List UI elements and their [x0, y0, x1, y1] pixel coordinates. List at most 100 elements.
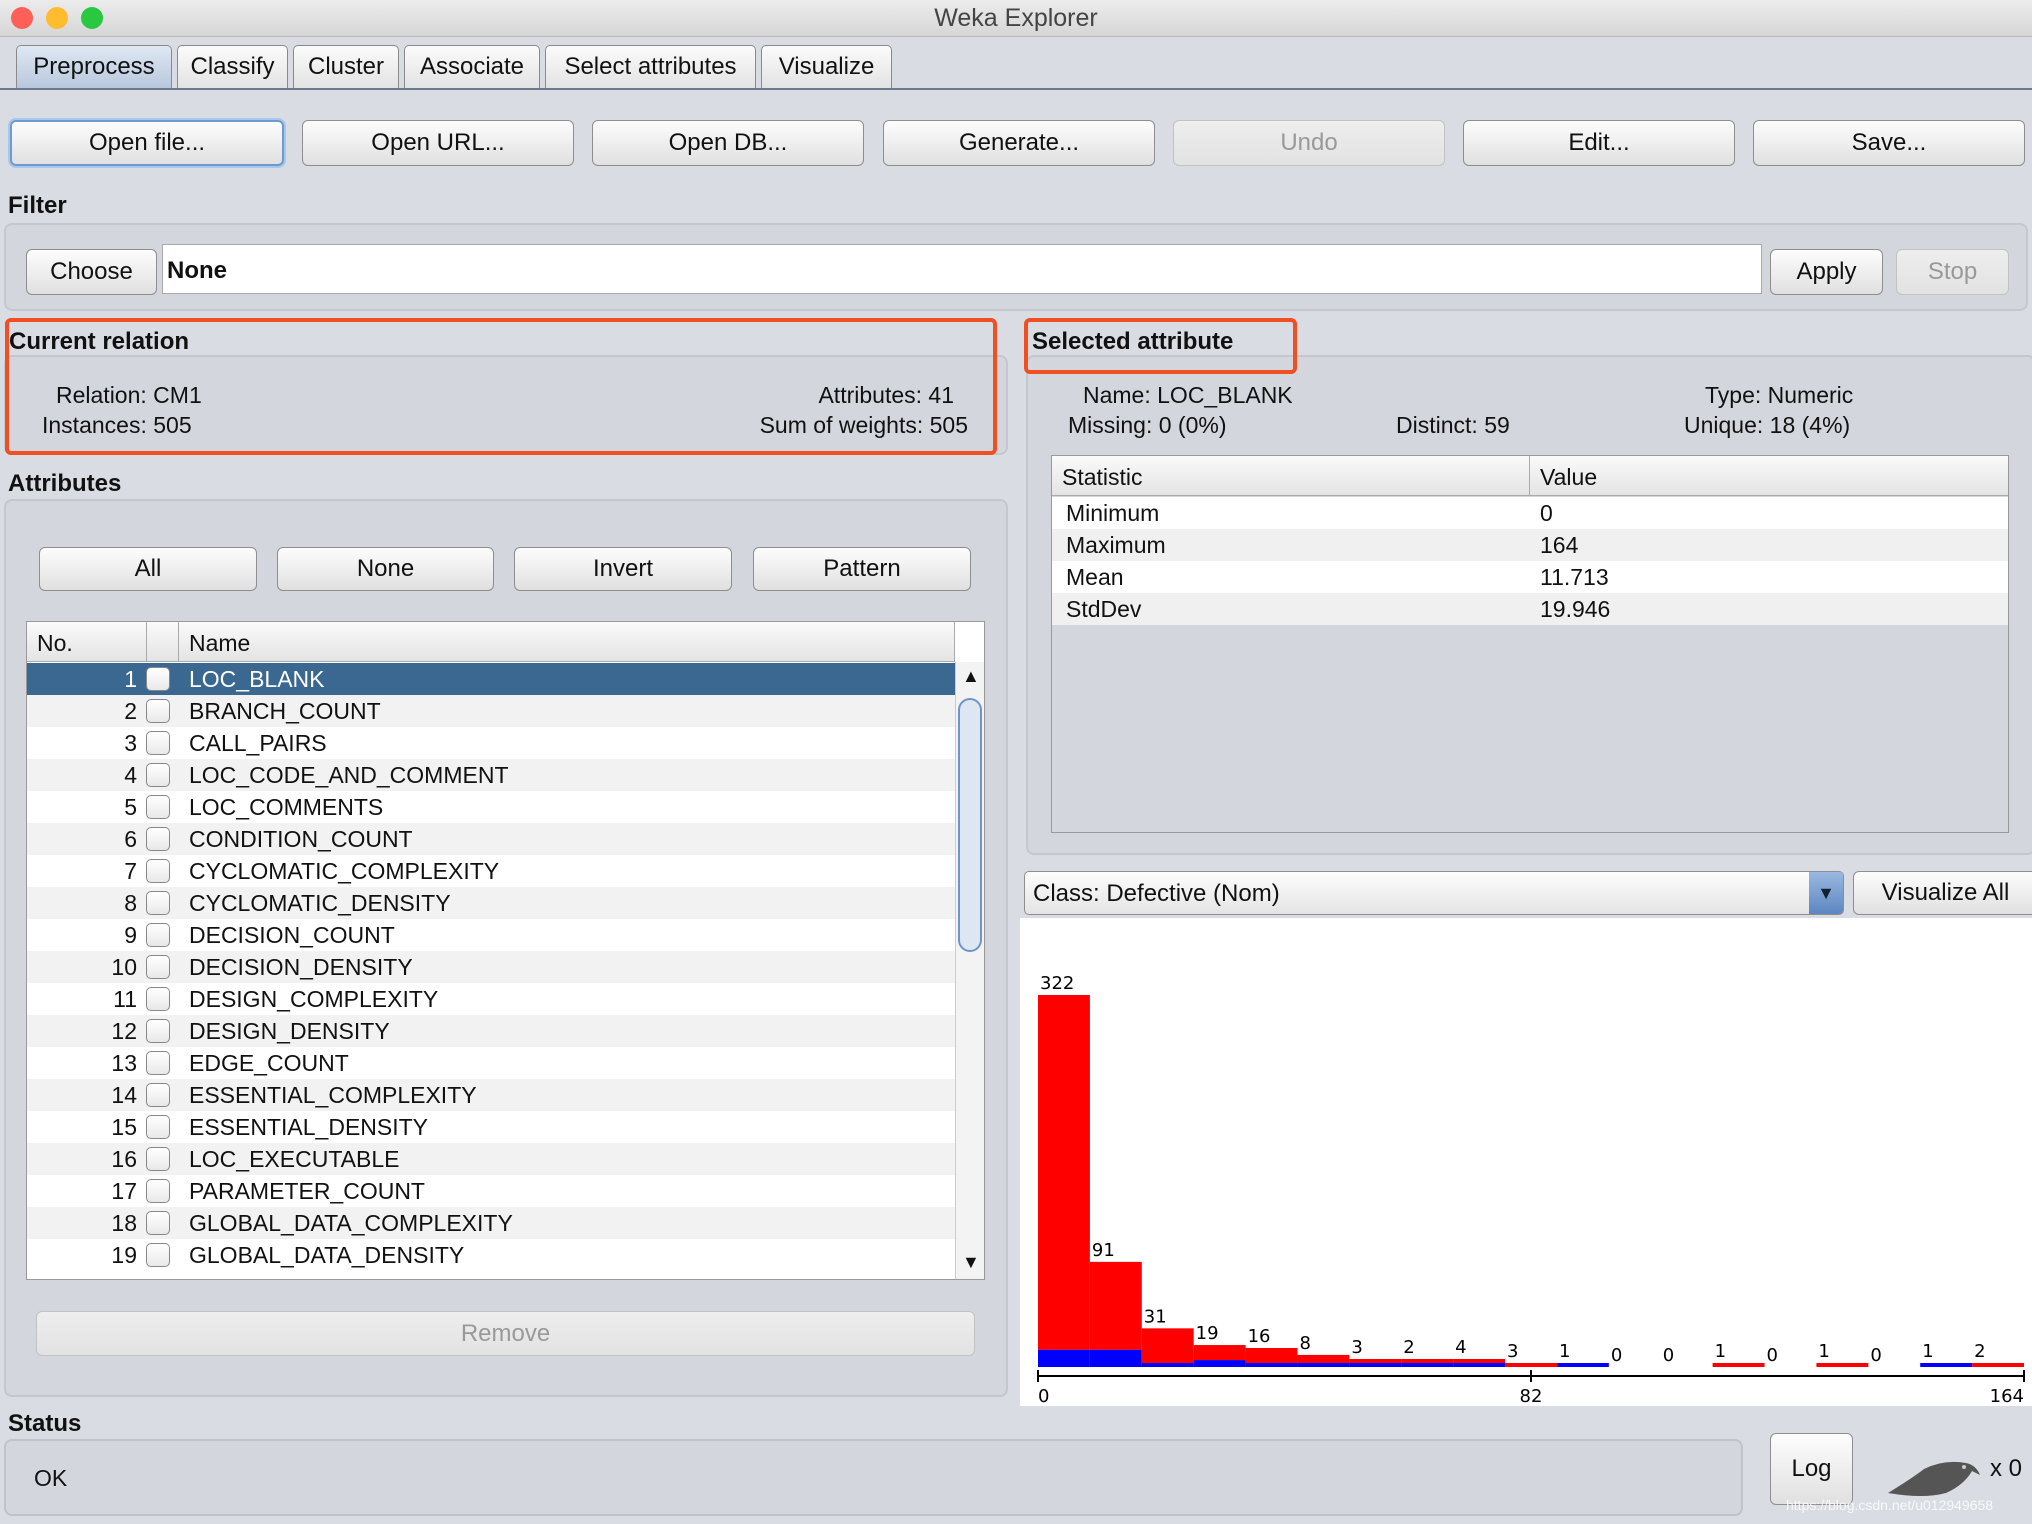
bar-count-label: 1: [1559, 1341, 1570, 1362]
attribute-name: ESSENTIAL_COMPLEXITY: [189, 1081, 477, 1108]
attribute-checkbox[interactable]: [146, 795, 170, 819]
column-header-value[interactable]: Value: [1530, 456, 2008, 496]
stat-row[interactable]: Minimum 0: [1052, 497, 2008, 529]
choose-filter-button[interactable]: Choose: [26, 249, 157, 295]
attribute-row[interactable]: 12 DESIGN_DENSITY: [27, 1015, 955, 1047]
attribute-checkbox[interactable]: [146, 1243, 170, 1267]
pattern-button[interactable]: Pattern: [753, 547, 971, 591]
remove-button[interactable]: Remove: [36, 1311, 975, 1356]
edit-button[interactable]: Edit...: [1463, 120, 1735, 166]
column-header-name[interactable]: Name: [179, 622, 955, 662]
tab-cluster[interactable]: Cluster: [293, 45, 399, 88]
stat-row[interactable]: StdDev 19.946: [1052, 593, 2008, 625]
name-key: Name:: [1083, 382, 1151, 408]
stat-row[interactable]: Maximum 164: [1052, 529, 2008, 561]
bar-count-label: 0: [1767, 1345, 1778, 1366]
select-all-button[interactable]: All: [39, 547, 257, 591]
attribute-no: 3: [124, 729, 137, 756]
tab-visualize[interactable]: Visualize: [761, 45, 892, 88]
attribute-row[interactable]: 15 ESSENTIAL_DENSITY: [27, 1111, 955, 1143]
log-button[interactable]: Log: [1770, 1433, 1853, 1505]
histogram-bar: [1505, 1363, 1557, 1367]
attribute-no: 15: [111, 1113, 137, 1140]
attribute-checkbox[interactable]: [146, 955, 170, 979]
scrollbar-thumb[interactable]: [958, 698, 982, 952]
attribute-row[interactable]: 5 LOC_COMMENTS: [27, 791, 955, 823]
scroll-up-icon[interactable]: ▲: [962, 666, 980, 687]
attribute-checkbox[interactable]: [146, 763, 170, 787]
attribute-checkbox[interactable]: [146, 699, 170, 723]
attribute-checkbox[interactable]: [146, 859, 170, 883]
attribute-checkbox[interactable]: [146, 923, 170, 947]
attribute-row[interactable]: 11 DESIGN_COMPLEXITY: [27, 983, 955, 1015]
select-none-button[interactable]: None: [277, 547, 494, 591]
attribute-row[interactable]: 2 BRANCH_COUNT: [27, 695, 955, 727]
attribute-checkbox[interactable]: [146, 1083, 170, 1107]
attribute-row[interactable]: 17 PARAMETER_COUNT: [27, 1175, 955, 1207]
histogram: 322913119 16 8 3 2 4 3 1 0 0 1 0 1 0 1 20 82 164: [1020, 918, 2032, 1406]
attribute-checkbox[interactable]: [146, 827, 170, 851]
attribute-row[interactable]: 8 CYCLOMATIC_DENSITY: [27, 887, 955, 919]
attribute-row[interactable]: 3 CALL_PAIRS: [27, 727, 955, 759]
column-header-no[interactable]: No.: [27, 622, 147, 662]
attribute-checkbox[interactable]: [146, 731, 170, 755]
invert-button[interactable]: Invert: [514, 547, 732, 591]
attribute-row[interactable]: 7 CYCLOMATIC_COMPLEXITY: [27, 855, 955, 887]
selected-attribute-label: Selected attribute: [1032, 328, 1234, 355]
attribute-no: 2: [124, 697, 137, 724]
attribute-checkbox[interactable]: [146, 1115, 170, 1139]
apply-button[interactable]: Apply: [1770, 249, 1883, 295]
open-db-button[interactable]: Open DB...: [592, 120, 864, 166]
attribute-row[interactable]: 1 LOC_BLANK: [27, 663, 955, 695]
undo-button[interactable]: Undo: [1173, 120, 1445, 166]
bar-count-label: 91: [1092, 1240, 1115, 1261]
save-button[interactable]: Save...: [1753, 120, 2025, 166]
tab-associate[interactable]: Associate: [404, 45, 540, 88]
stat-row[interactable]: Mean 11.713: [1052, 561, 2008, 593]
visualize-all-button[interactable]: Visualize All: [1853, 871, 2032, 915]
attribute-checkbox[interactable]: [146, 1051, 170, 1075]
bar-count-label: 3: [1351, 1337, 1362, 1358]
attribute-row[interactable]: 18 GLOBAL_DATA_COMPLEXITY: [27, 1207, 955, 1239]
attribute-name: CONDITION_COUNT: [189, 825, 413, 852]
attribute-checkbox[interactable]: [146, 667, 170, 691]
histogram-bar: [1141, 1328, 1194, 1363]
weka-bird-icon: [1888, 1461, 1980, 1496]
attribute-name: LOC_COMMENTS: [189, 793, 384, 820]
open-file-button[interactable]: Open file...: [10, 120, 284, 166]
attribute-row[interactable]: 10 DECISION_DENSITY: [27, 951, 955, 983]
attribute-name: EDGE_COUNT: [189, 1049, 349, 1076]
column-header-statistic[interactable]: Statistic: [1052, 456, 1530, 496]
attributes-key: Attributes:: [818, 382, 923, 408]
attribute-checkbox[interactable]: [146, 1211, 170, 1235]
attribute-row[interactable]: 9 DECISION_COUNT: [27, 919, 955, 951]
generate-button[interactable]: Generate...: [883, 120, 1155, 166]
class-select[interactable]: Class: Defective (Nom) ▼: [1024, 871, 1844, 915]
filter-field[interactable]: None: [162, 244, 1762, 294]
column-header-check[interactable]: [147, 622, 179, 662]
scrollbar[interactable]: ▲ ▼: [955, 662, 984, 1279]
tab-classify[interactable]: Classify: [177, 45, 288, 88]
attribute-row[interactable]: 4 LOC_CODE_AND_COMMENT: [27, 759, 955, 791]
attribute-checkbox[interactable]: [146, 891, 170, 915]
attribute-row[interactable]: 19 GLOBAL_DATA_DENSITY: [27, 1239, 955, 1271]
tab-select-attributes[interactable]: Select attributes: [545, 45, 756, 88]
attribute-checkbox[interactable]: [146, 1019, 170, 1043]
open-url-button[interactable]: Open URL...: [302, 120, 574, 166]
attribute-row[interactable]: 13 EDGE_COUNT: [27, 1047, 955, 1079]
tab-preprocess[interactable]: Preprocess: [16, 45, 172, 88]
attribute-checkbox[interactable]: [146, 987, 170, 1011]
attribute-checkbox[interactable]: [146, 1147, 170, 1171]
attribute-row[interactable]: 6 CONDITION_COUNT: [27, 823, 955, 855]
weights-key: Sum of weights:: [759, 412, 924, 438]
stat-value: 11.713: [1540, 563, 1609, 590]
watermark: https://blog.csdn.net/u012949658: [1786, 1497, 1994, 1513]
chevron-down-icon[interactable]: ▼: [1809, 872, 1843, 914]
attribute-row[interactable]: 14 ESSENTIAL_COMPLEXITY: [27, 1079, 955, 1111]
instances-key: Instances:: [42, 412, 147, 438]
scroll-down-icon[interactable]: ▼: [962, 1252, 980, 1273]
attribute-checkbox[interactable]: [146, 1179, 170, 1203]
relation-key: Relation:: [56, 382, 147, 408]
stop-button[interactable]: Stop: [1896, 249, 2009, 295]
attribute-row[interactable]: 16 LOC_EXECUTABLE: [27, 1143, 955, 1175]
